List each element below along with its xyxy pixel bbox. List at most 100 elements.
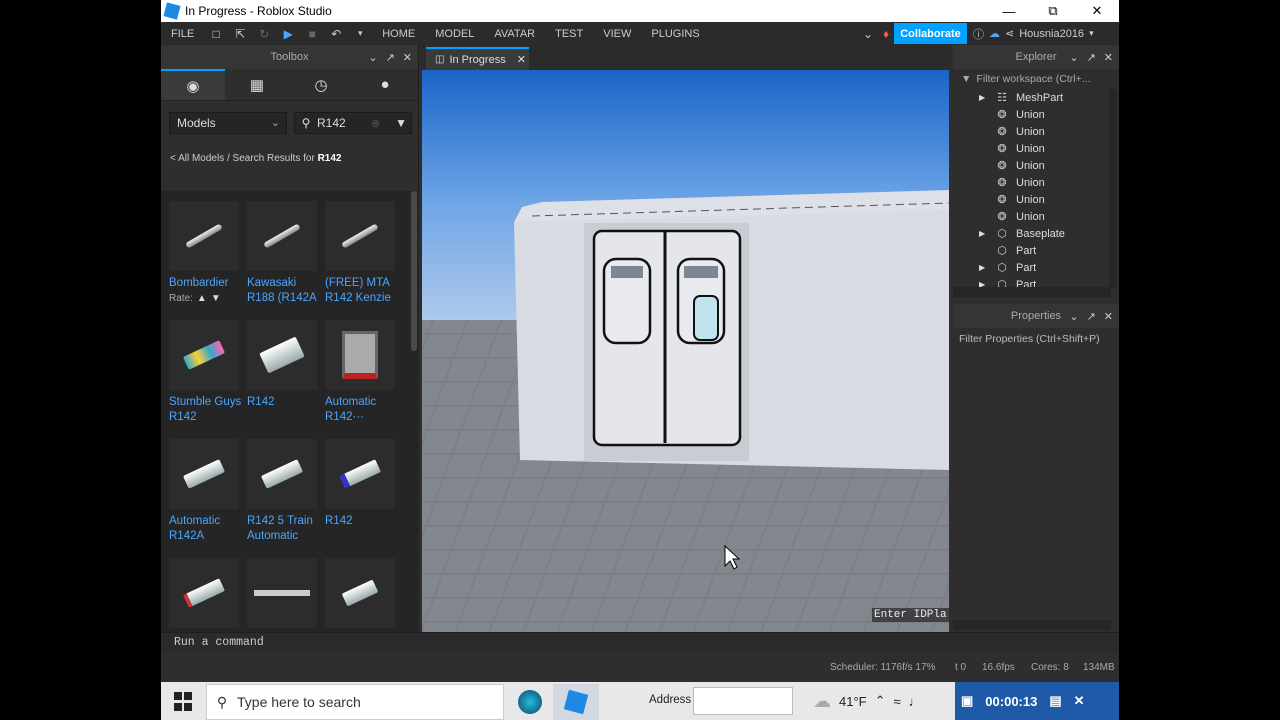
new-file-icon[interactable]: □ <box>209 27 223 41</box>
expand-arrow-icon[interactable]: ▶ <box>979 229 985 238</box>
username-label[interactable]: Housnia2016 <box>1019 28 1084 40</box>
customize-icon[interactable]: ▾ <box>353 27 367 41</box>
address-input[interactable] <box>693 687 793 715</box>
close-panel-icon[interactable]: ✕ <box>403 51 412 64</box>
menu-tab-model[interactable]: MODEL <box>425 28 484 40</box>
list-item[interactable] <box>325 558 399 628</box>
collaborate-button[interactable]: Collaborate <box>894 23 967 44</box>
ribbon-collapse-icon[interactable]: ⌄ <box>861 27 875 41</box>
start-button[interactable] <box>169 692 197 712</box>
breadcrumb-all-models[interactable]: < All Models / Search Results for <box>170 153 318 164</box>
undock-icon[interactable]: ↗ <box>1087 310 1096 323</box>
list-item[interactable]: Kawasaki R188 (R142A <box>247 201 321 306</box>
user-menu-chevron-icon[interactable]: ▾ <box>1089 28 1094 39</box>
panel-menu-icon[interactable]: ⌄ <box>368 51 377 64</box>
file-menu[interactable]: FILE <box>161 28 204 40</box>
play-icon[interactable]: ▶ <box>281 27 295 41</box>
menu-tab-plugins[interactable]: PLUGINS <box>641 28 709 40</box>
menu-tab-view[interactable]: VIEW <box>593 28 641 40</box>
list-item[interactable]: Stumble Guys R142 <box>169 320 243 425</box>
taskbar-search[interactable]: ⚲ Type here to search <box>206 684 504 720</box>
tree-row[interactable]: ▶ ⬡ Part <box>953 259 1107 276</box>
expand-arrow-icon[interactable]: ▶ <box>979 93 985 102</box>
thumbs-down-icon[interactable]: ▼ <box>211 293 221 304</box>
tab-marketplace[interactable]: ◉ <box>161 69 225 100</box>
explorer-filter[interactable]: ▼ Filter workspace (Ctrl+... <box>953 69 1119 89</box>
thumbs-up-icon[interactable]: ▲ <box>197 293 207 304</box>
model-name[interactable]: (FREE) MTA R142 Kenzie <box>325 276 399 306</box>
properties-filter[interactable]: Filter Properties (Ctrl+Shift+P) <box>953 328 1119 350</box>
menu-tab-home[interactable]: HOME <box>372 28 425 40</box>
menu-tab-avatar[interactable]: AVATAR <box>484 28 545 40</box>
list-item[interactable]: (FREE) MTA R142 Kenzie <box>325 201 399 306</box>
tree-row[interactable]: ⬡ Part <box>953 242 1107 259</box>
tree-row[interactable]: ❂ Union <box>953 174 1107 191</box>
taskbar-search-input[interactable]: Type here to search <box>237 694 361 710</box>
save-icon[interactable]: ▤ <box>1049 693 1061 709</box>
properties-horizontal-scrollbar[interactable] <box>953 620 1111 630</box>
tree-row[interactable]: ❂ Union <box>953 140 1107 157</box>
clear-search-icon[interactable]: ⊗ <box>371 117 380 130</box>
share-icon[interactable]: ⋖ <box>1005 27 1014 40</box>
weather-icon[interactable]: ☁ <box>813 691 831 712</box>
close-tab-icon[interactable]: ✕ <box>517 53 526 66</box>
list-item[interactable]: R142 5 Train Automatic <box>247 439 321 544</box>
help-icon[interactable]: ⓘ <box>973 26 984 42</box>
3d-viewport[interactable]: Enter IDPla <box>422 70 949 632</box>
notification-bell-icon[interactable]: ♦ <box>879 27 893 41</box>
tab-inventory[interactable]: ▦ <box>225 69 289 100</box>
model-name[interactable]: Stumble Guys R142 <box>169 395 243 425</box>
tree-row[interactable]: ❂ Union <box>953 191 1107 208</box>
filter-icon[interactable]: ▼ <box>395 116 407 130</box>
model-name[interactable]: R142 5 Train Automatic <box>247 514 321 544</box>
list-item[interactable]: R142 <box>247 320 321 410</box>
toolbox-search[interactable]: ⚲ ⊗ ▼ <box>294 112 412 134</box>
list-item[interactable] <box>247 558 321 628</box>
taskbar-app-roblox-studio[interactable] <box>553 684 599 720</box>
panel-menu-icon[interactable]: ⌄ <box>1069 51 1078 64</box>
cloud-icon[interactable]: ☁ <box>989 27 1000 40</box>
volume-icon[interactable]: ♩ <box>909 694 922 709</box>
undock-icon[interactable]: ↗ <box>386 51 395 64</box>
undock-icon[interactable]: ↗ <box>1087 51 1096 64</box>
tray-chevron-icon[interactable]: ⌃ <box>875 693 886 709</box>
list-item[interactable] <box>169 558 243 628</box>
close-recorder-icon[interactable]: ✕ <box>1074 693 1085 709</box>
network-icon[interactable]: ≈ <box>894 694 901 709</box>
explorer-horizontal-scrollbar[interactable] <box>953 287 1111 297</box>
tree-row[interactable]: ❂ Union <box>953 157 1107 174</box>
toolbox-search-input[interactable] <box>317 116 367 130</box>
list-item[interactable]: Automatic R142A <box>169 439 243 544</box>
toolbox-scrollbar[interactable] <box>411 191 417 351</box>
tab-creations[interactable]: ● <box>353 69 417 100</box>
close-panel-icon[interactable]: ✕ <box>1104 51 1113 64</box>
minimize-button[interactable]: — <box>989 0 1029 22</box>
tree-row[interactable]: ❂ Union <box>953 106 1107 123</box>
model-name[interactable]: Automatic R142··· <box>325 395 399 425</box>
explorer-filter-input[interactable]: Filter workspace (Ctrl+... <box>976 73 1090 85</box>
model-name[interactable]: Automatic R142A <box>169 514 243 544</box>
panel-menu-icon[interactable]: ⌄ <box>1069 310 1078 323</box>
category-dropdown[interactable]: Models ⌄ <box>169 112 287 134</box>
model-name[interactable]: R142 <box>325 514 399 529</box>
taskbar-app-browser[interactable] <box>507 684 553 720</box>
open-file-icon[interactable]: ⇱ <box>233 27 247 41</box>
menu-tab-test[interactable]: TEST <box>545 28 593 40</box>
tab-recent[interactable]: ◷ <box>289 69 353 100</box>
close-panel-icon[interactable]: ✕ <box>1104 310 1113 323</box>
train-car[interactable] <box>514 190 949 470</box>
explorer-vertical-scrollbar[interactable] <box>1109 89 1117 288</box>
tree-row[interactable]: ▶ ⬡ Baseplate <box>953 225 1107 242</box>
redo-icon[interactable]: ↻ <box>257 27 271 41</box>
list-item[interactable]: R142 <box>325 439 399 529</box>
expand-arrow-icon[interactable]: ▶ <box>979 263 985 272</box>
tree-row[interactable]: ▶ ☷ MeshPart <box>953 89 1107 106</box>
undo-icon[interactable]: ↶ <box>329 27 343 41</box>
model-name[interactable]: R142 <box>247 395 321 410</box>
list-item[interactable]: Automatic R142··· <box>325 320 399 425</box>
close-window-button[interactable]: ✕ <box>1077 0 1117 22</box>
command-input[interactable]: Run a command <box>174 636 264 649</box>
tree-row[interactable]: ❂ Union <box>953 208 1107 225</box>
model-name[interactable]: Kawasaki R188 (R142A <box>247 276 321 306</box>
temperature[interactable]: 41°F <box>839 694 867 709</box>
